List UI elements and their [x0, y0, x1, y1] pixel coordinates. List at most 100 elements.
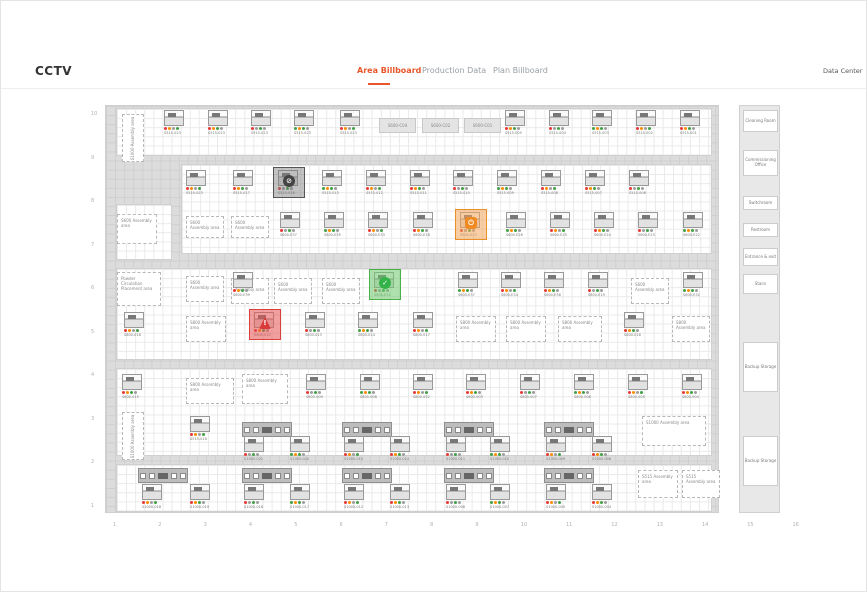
machine[interactable]: S800-018	[622, 312, 650, 337]
machine[interactable]: S800-052	[411, 374, 439, 399]
status-lights	[244, 501, 259, 504]
machine-alert-overlay[interactable]: !	[249, 309, 281, 340]
machine[interactable]: S600-E36	[542, 272, 570, 297]
machine[interactable]: S1000-014	[388, 436, 416, 461]
status-light	[629, 187, 632, 190]
machine[interactable]: S600-E28	[411, 212, 439, 237]
machine[interactable]: S1000-020	[288, 436, 316, 461]
conveyor-machine[interactable]	[242, 468, 292, 483]
machine[interactable]: S515-013	[320, 170, 348, 195]
machine[interactable]: S600-E24	[592, 212, 620, 237]
machine[interactable]: S515-006	[627, 170, 655, 195]
data-center-link[interactable]: Data Center	[823, 67, 862, 75]
machine[interactable]: S515-023	[292, 110, 320, 135]
production-cell[interactable]: S600-C02	[422, 118, 459, 133]
machine[interactable]: S1000-013	[388, 484, 416, 509]
machine[interactable]: S515-002	[634, 110, 662, 135]
machine[interactable]: S515-011	[408, 170, 436, 195]
machine[interactable]: S1000-004	[590, 484, 618, 509]
machine[interactable]: S800-004	[680, 374, 708, 399]
machine[interactable]: S515-003	[590, 110, 618, 135]
machine[interactable]: S600-E32	[681, 272, 709, 297]
machine[interactable]: S1000-012	[342, 484, 370, 509]
status-light	[628, 391, 631, 394]
machine[interactable]: S1000-010	[488, 436, 516, 461]
machine[interactable]: S800-006	[572, 374, 600, 399]
machine[interactable]: S600-E22	[681, 212, 709, 237]
machine[interactable]: S1000-019	[188, 484, 216, 509]
machine[interactable]: S515-023	[338, 110, 366, 135]
machine[interactable]: S800-005	[626, 374, 654, 399]
status-lights	[142, 501, 157, 504]
machine[interactable]: S800-013	[303, 312, 331, 337]
machine-alert-overlay[interactable]: ✓	[369, 269, 401, 300]
status-light	[241, 289, 244, 292]
machine[interactable]: S1000-018	[242, 484, 270, 509]
machine[interactable]: S1000-011	[444, 436, 472, 461]
conveyor-machine[interactable]	[444, 468, 494, 483]
machine[interactable]: S800-016	[122, 312, 150, 337]
status-light	[598, 229, 601, 232]
conveyor-machine[interactable]	[342, 468, 392, 483]
machine[interactable]: S800-009	[304, 374, 332, 399]
machine[interactable]: S800-003	[464, 374, 492, 399]
machine[interactable]: S800-014	[356, 312, 384, 337]
machine[interactable]: S1000-017	[288, 484, 316, 509]
machine[interactable]: S1000-006	[444, 484, 472, 509]
machine[interactable]: S515-023	[162, 110, 190, 135]
machine[interactable]: S1000-005	[544, 484, 572, 509]
machine[interactable]: S600-E19	[586, 272, 614, 297]
machine[interactable]: S515-001	[678, 110, 706, 135]
tab-area-billboard[interactable]: Area Billboard	[357, 66, 421, 75]
machine-alert-overlay[interactable]: ⏻	[455, 209, 487, 240]
machine[interactable]: S800-008	[358, 374, 386, 399]
status-light	[458, 501, 461, 504]
conveyor-machine[interactable]	[444, 422, 494, 437]
machine[interactable]: S515-017	[231, 170, 259, 195]
machine[interactable]: S1000-015	[342, 436, 370, 461]
machine[interactable]: S515-009	[495, 170, 523, 195]
machine[interactable]: S600-E26	[504, 212, 532, 237]
tab-plan-billboard[interactable]: Plan Billboard	[493, 66, 548, 75]
machine[interactable]: S515-008	[539, 170, 567, 195]
conveyor-machine[interactable]	[544, 468, 594, 483]
machine[interactable]: S515-005	[503, 110, 531, 135]
status-light	[305, 329, 308, 332]
machine[interactable]: S600-E37	[456, 272, 484, 297]
machine[interactable]: S600-E35	[322, 212, 350, 237]
conveyor-machine[interactable]	[342, 422, 392, 437]
machine-alert-overlay[interactable]: ⊘	[273, 167, 305, 198]
machine[interactable]: S600-E25	[548, 212, 576, 237]
machine[interactable]: S515-023	[206, 110, 234, 135]
status-lights	[541, 187, 556, 190]
conveyor-machine[interactable]	[138, 468, 188, 483]
conveyor-machine[interactable]	[544, 422, 594, 437]
machine[interactable]: S800-015	[120, 374, 148, 399]
machine[interactable]: S515-004	[547, 110, 575, 135]
machine[interactable]: S1000-007	[488, 484, 516, 509]
machine[interactable]: S1000-008	[590, 436, 618, 461]
machine[interactable]: S600-E34	[499, 272, 527, 297]
machine[interactable]: S515-016	[188, 416, 216, 441]
status-light	[376, 229, 379, 232]
machine[interactable]: S600-E39	[231, 272, 259, 297]
status-lights	[501, 289, 516, 292]
machine[interactable]: S800-017	[411, 312, 439, 337]
production-cell[interactable]: S600-C04	[379, 118, 416, 133]
machine[interactable]: S600-E23	[636, 212, 664, 237]
machine[interactable]: S800-007	[518, 374, 546, 399]
machine[interactable]: S515-023	[184, 170, 212, 195]
machine[interactable]: S515-007	[583, 170, 611, 195]
machine[interactable]: S515-023	[249, 110, 277, 135]
tab-production-data[interactable]: Production Data	[422, 66, 486, 75]
machine[interactable]: S1000-021	[242, 436, 270, 461]
status-light	[600, 453, 603, 456]
machine[interactable]: S600-E33	[366, 212, 394, 237]
machine[interactable]: S1000-018	[140, 484, 168, 509]
conveyor-machine[interactable]	[242, 422, 292, 437]
machine[interactable]: S515-012	[364, 170, 392, 195]
machine[interactable]: S600-E37	[278, 212, 306, 237]
machine[interactable]: S515-010	[451, 170, 479, 195]
machine[interactable]: S1000-009	[544, 436, 572, 461]
production-cell[interactable]: S600-C01	[464, 118, 501, 133]
